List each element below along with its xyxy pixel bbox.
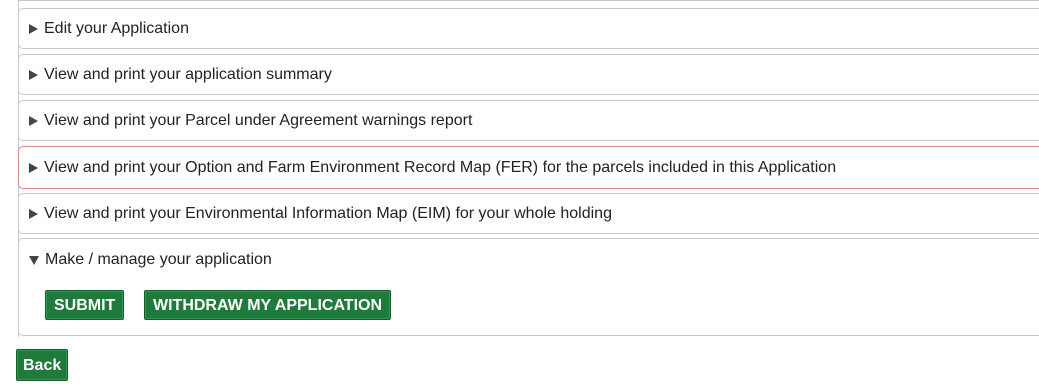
triangle-right-icon bbox=[29, 69, 38, 80]
section-manage-application-label: Make / manage your application bbox=[45, 251, 272, 268]
section-edit-application-label: Edit your Application bbox=[44, 19, 189, 37]
triangle-right-icon bbox=[29, 23, 38, 34]
section-edit-application-header[interactable]: Edit your Application bbox=[29, 20, 189, 38]
section-manage-application: Make / manage your application SUBMIT WI… bbox=[18, 238, 1039, 336]
section-manage-application-header[interactable]: Make / manage your application bbox=[29, 251, 272, 269]
submit-button[interactable]: SUBMIT bbox=[45, 290, 125, 320]
back-button[interactable]: Back bbox=[16, 349, 69, 381]
section-fer-map-header[interactable]: View and print your Option and Farm Envi… bbox=[29, 159, 836, 177]
section-parcel-warnings[interactable]: View and print your Parcel under Agreeme… bbox=[18, 100, 1039, 141]
triangle-right-icon bbox=[29, 115, 38, 126]
triangle-right-icon bbox=[29, 162, 38, 173]
section-application-summary-header[interactable]: View and print your application summary bbox=[29, 66, 332, 84]
section-fer-map-label: View and print your Option and Farm Envi… bbox=[44, 158, 837, 176]
triangle-right-icon bbox=[29, 208, 38, 219]
section-edit-application[interactable]: Edit your Application bbox=[18, 8, 1039, 49]
section-eim-map-header[interactable]: View and print your Environmental Inform… bbox=[29, 205, 612, 223]
section-parcel-warnings-label: View and print your Parcel under Agreeme… bbox=[44, 111, 473, 129]
section-eim-map[interactable]: View and print your Environmental Inform… bbox=[18, 193, 1039, 234]
withdraw-application-button[interactable]: WITHDRAW MY APPLICATION bbox=[144, 290, 392, 320]
section-application-summary-label: View and print your application summary bbox=[44, 65, 332, 83]
section-eim-map-label: View and print your Environmental Inform… bbox=[44, 204, 612, 222]
section-application-summary[interactable]: View and print your application summary bbox=[18, 54, 1039, 95]
section-parcel-warnings-header[interactable]: View and print your Parcel under Agreeme… bbox=[29, 112, 472, 130]
triangle-down-icon bbox=[29, 255, 39, 265]
section-fer-map[interactable]: View and print your Option and Farm Envi… bbox=[18, 146, 1039, 189]
